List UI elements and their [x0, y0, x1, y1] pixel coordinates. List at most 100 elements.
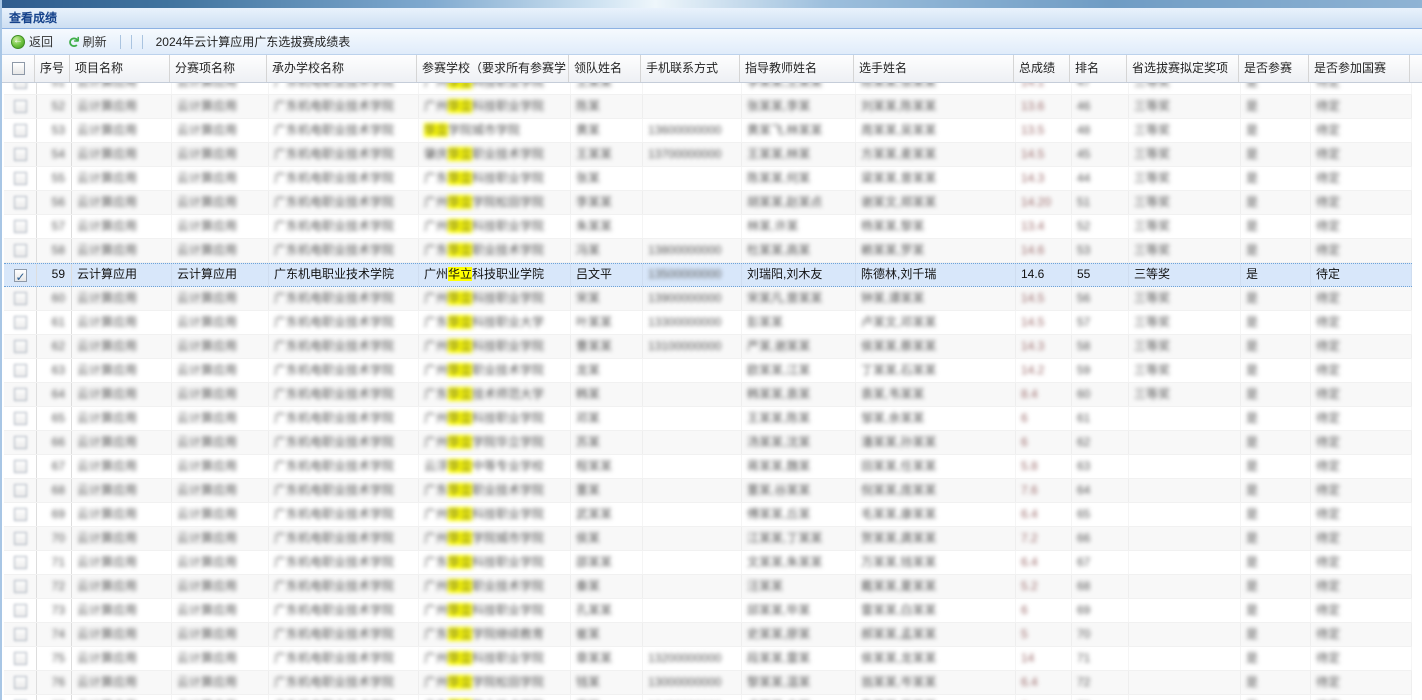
row-checkbox[interactable]: [4, 191, 37, 214]
row-checkbox[interactable]: [4, 119, 37, 142]
table-row[interactable]: 53云计算应用云计算应用广东机电职业技术学院华立学院城市学院黄某13600000…: [4, 119, 1412, 143]
column-header-school[interactable]: 参赛学校（要求所有参赛学: [417, 55, 569, 82]
select-all-checkbox[interactable]: [2, 55, 35, 82]
cell-players: 谢某文,郑某某: [856, 191, 1016, 214]
column-header-serial[interactable]: 序号: [35, 55, 70, 82]
row-checkbox[interactable]: [4, 335, 37, 358]
cell-text: 56: [1077, 291, 1090, 305]
checkbox-icon: [14, 460, 27, 473]
table-row[interactable]: 52云计算应用云计算应用广东机电职业技术学院广州华立科技职业学院陈某张某某,李某…: [4, 95, 1412, 119]
row-checkbox[interactable]: [4, 143, 37, 166]
cell-score: 6.4: [1016, 503, 1072, 526]
cell-leader: 程某某: [571, 455, 643, 478]
row-checkbox[interactable]: [4, 95, 37, 118]
cell-text: 郝某某,孟某某: [861, 627, 936, 641]
grid-body[interactable]: 51云计算应用云计算应用广东机电职业技术学院广州华立科技职业学院王某某李某某,王…: [4, 83, 1422, 700]
cell-text: 三等奖: [1134, 363, 1170, 377]
row-checkbox[interactable]: [4, 503, 37, 526]
table-row[interactable]: 71云计算应用云计算应用广东机电职业技术学院广东华立科技职业学院邵某某文某某,朱…: [4, 551, 1412, 575]
row-checkbox[interactable]: [4, 599, 37, 622]
checkbox-icon: [14, 604, 27, 617]
row-checkbox[interactable]: [4, 287, 37, 310]
row-checkbox[interactable]: [4, 455, 37, 478]
column-header-leader[interactable]: 领队姓名: [569, 55, 641, 82]
row-checkbox[interactable]: [4, 407, 37, 430]
cell-text: 云计算应用: [177, 459, 237, 473]
cell-school: 广东华立科技职业大学: [419, 311, 571, 334]
column-header-national[interactable]: 是否参加国赛: [1309, 55, 1410, 82]
column-header-phone[interactable]: 手机联系方式: [641, 55, 740, 82]
refresh-button[interactable]: ↻ 刷新: [63, 31, 113, 52]
table-row[interactable]: 67云计算应用云计算应用广东机电职业技术学院云浮华立中等专业学校程某某蒋某某,魏…: [4, 455, 1412, 479]
column-header-project[interactable]: 项目名称: [70, 55, 170, 82]
cell-text: 董某,谷某某: [747, 483, 810, 497]
cell-text: 是: [1246, 267, 1258, 281]
table-row[interactable]: 66云计算应用云计算应用广东机电职业技术学院广州华立学院华立学院苏某汤某某,沈某…: [4, 431, 1412, 455]
row-checkbox[interactable]: [4, 264, 37, 286]
cell-text: 黎某某,温某: [747, 675, 810, 689]
row-checkbox[interactable]: [4, 647, 37, 670]
column-header-award[interactable]: 省选拔赛拟定奖项: [1127, 55, 1239, 82]
row-checkbox[interactable]: [4, 671, 37, 694]
table-row[interactable]: 55云计算应用云计算应用广东机电职业技术学院广东华立科技职业学院张某陈某某,何某…: [4, 167, 1412, 191]
cell-project: 云计算应用: [72, 383, 172, 406]
row-checkbox[interactable]: [4, 527, 37, 550]
column-header-host[interactable]: 承办学校名称: [267, 55, 417, 82]
table-row-selected[interactable]: 59云计算应用云计算应用广东机电职业技术学院广州华立科技职业学院吕文平13500…: [4, 263, 1412, 287]
column-header-joined[interactable]: 是否参赛: [1239, 55, 1309, 82]
cell-text: 云计算应用: [177, 387, 237, 401]
table-row[interactable]: 64云计算应用云计算应用广东机电职业技术学院广东华立技术师范大学韩某韩某某,袁某…: [4, 383, 1412, 407]
cell-phone: [643, 167, 742, 190]
table-row[interactable]: 54云计算应用云计算应用广东机电职业技术学院肇庆华立职业技术学院王某某13700…: [4, 143, 1412, 167]
row-checkbox[interactable]: [4, 215, 37, 238]
checkbox-icon: [14, 484, 27, 497]
cell-text: 广东机电职业技术学院: [274, 195, 394, 209]
row-checkbox[interactable]: [4, 431, 37, 454]
table-row[interactable]: 73云计算应用云计算应用广东机电职业技术学院广州华立科技职业学院孔某某邱某某,毕…: [4, 599, 1412, 623]
cell-school: 广州华立科技职业学院: [419, 335, 571, 358]
row-checkbox[interactable]: [4, 575, 37, 598]
column-header-rank[interactable]: 排名: [1070, 55, 1127, 82]
table-row[interactable]: 77云计算应用云计算应用广东机电职业技术学院广东华立职业技术学院廖某134000…: [4, 695, 1412, 700]
table-row[interactable]: 70云计算应用云计算应用广东机电职业技术学院广州华立学院城市学院侯某江某某,丁某…: [4, 527, 1412, 551]
column-header-branch[interactable]: 分赛项名称: [170, 55, 267, 82]
row-checkbox[interactable]: [4, 383, 37, 406]
table-row[interactable]: 61云计算应用云计算应用广东机电职业技术学院广东华立科技职业大学叶某某13300…: [4, 311, 1412, 335]
table-row[interactable]: 76云计算应用云计算应用广东机电职业技术学院广州华立学院松田学院钱某130000…: [4, 671, 1412, 695]
row-checkbox[interactable]: [4, 695, 37, 700]
cell-rank: 70: [1072, 623, 1129, 646]
table-row[interactable]: 72云计算应用云计算应用广东机电职业技术学院广州华立职业技术学院秦某汪某某戴某某…: [4, 575, 1412, 599]
cell-score: 5.2: [1016, 575, 1072, 598]
cell-score: 13.6: [1016, 95, 1072, 118]
table-row[interactable]: 75云计算应用云计算应用广东机电职业技术学院广州华立科技职业学院章某某13200…: [4, 647, 1412, 671]
row-checkbox[interactable]: [4, 83, 37, 94]
table-row[interactable]: 68云计算应用云计算应用广东机电职业技术学院广东华立职业技术学院董某董某,谷某某…: [4, 479, 1412, 503]
table-row[interactable]: 56云计算应用云计算应用广东机电职业技术学院广州华立学院松田学院李某某胡某某,赵…: [4, 191, 1412, 215]
row-checkbox[interactable]: [4, 239, 37, 262]
table-row[interactable]: 60云计算应用云计算应用广东机电职业技术学院广州华立科技职业学院宋某139000…: [4, 287, 1412, 311]
cell-award: [1129, 671, 1241, 694]
table-row[interactable]: 57云计算应用云计算应用广东机电职业技术学院广州华立科技职业学院朱某某林某,许某…: [4, 215, 1412, 239]
row-checkbox[interactable]: [4, 551, 37, 574]
table-row[interactable]: 65云计算应用云计算应用广东机电职业技术学院广州华立科技职业学院邓某王某某,陈某…: [4, 407, 1412, 431]
cell-text: 广东机电职业技术学院: [274, 555, 394, 569]
column-header-players[interactable]: 选手姓名: [854, 55, 1014, 82]
cell-text: 62: [1077, 435, 1090, 449]
row-checkbox[interactable]: [4, 479, 37, 502]
table-row[interactable]: 63云计算应用云计算应用广东机电职业技术学院广州华立职业技术学院龙某欧某某,江某…: [4, 359, 1412, 383]
column-header-teachers[interactable]: 指导教师姓名: [740, 55, 854, 82]
row-checkbox[interactable]: [4, 311, 37, 334]
table-row[interactable]: 74云计算应用云计算应用广东机电职业技术学院广东华立学院继续教育崔某史某某,廖某…: [4, 623, 1412, 647]
row-checkbox[interactable]: [4, 167, 37, 190]
row-checkbox[interactable]: [4, 623, 37, 646]
cell-host: 广东机电职业技术学院: [269, 83, 419, 94]
column-header-score[interactable]: 总成绩: [1014, 55, 1070, 82]
table-row[interactable]: 58云计算应用云计算应用广东机电职业技术学院广东华立职业技术学院冯某138000…: [4, 239, 1412, 263]
table-row[interactable]: 69云计算应用云计算应用广东机电职业技术学院广州华立科技职业学院武某某傅某某,丘…: [4, 503, 1412, 527]
row-checkbox[interactable]: [4, 359, 37, 382]
table-row[interactable]: 62云计算应用云计算应用广东机电职业技术学院广州华立科技职业学院曹某某13100…: [4, 335, 1412, 359]
back-button[interactable]: 返回: [8, 31, 59, 52]
cell-text: 14.1: [1021, 83, 1044, 89]
table-row[interactable]: 51云计算应用云计算应用广东机电职业技术学院广州华立科技职业学院王某某李某某,王…: [4, 83, 1412, 95]
school-text-with-highlight: 广州华立科技职业学院: [424, 291, 544, 305]
